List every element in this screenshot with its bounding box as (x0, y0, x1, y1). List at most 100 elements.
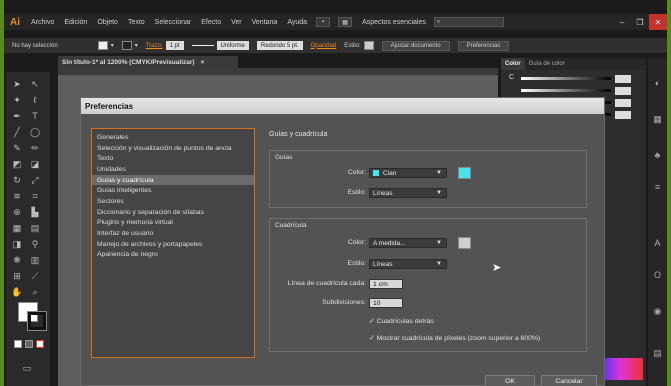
menu-ventana[interactable]: Ventana (247, 19, 283, 26)
stroke-weight-control[interactable]: Trazo: 1 pt (146, 41, 184, 50)
menu-efecto[interactable]: Efecto (196, 19, 226, 26)
arrange-documents-icon[interactable]: ▦ (338, 17, 353, 27)
guides-color-swatch[interactable] (458, 167, 471, 179)
gradient-tool-icon[interactable]: ◨ (10, 238, 24, 250)
nav-texto[interactable]: Texto (92, 153, 254, 164)
cyan-slider[interactable] (521, 74, 641, 83)
slider-value-field[interactable] (615, 110, 631, 119)
grid-style-select[interactable]: Líneas ▼ (369, 259, 447, 269)
swatches-icon[interactable]: ▦ (652, 114, 663, 124)
type-tool-icon[interactable]: T (28, 110, 42, 122)
character-icon[interactable]: A (652, 238, 663, 248)
hand-tool-icon[interactable]: ✋ (10, 286, 24, 298)
eyedropper-icon[interactable]: ⚲ (28, 238, 42, 250)
nav-seleccion-anclas[interactable]: Selección y visualización de puntos de a… (92, 143, 254, 154)
none-mode-icon[interactable] (36, 340, 44, 348)
menu-ver[interactable]: Ver (226, 19, 247, 26)
maximize-button[interactable]: ❐ (631, 14, 649, 30)
stroke-label[interactable]: Trazo: (146, 43, 163, 49)
column-graph-icon[interactable]: ▥ (28, 254, 42, 266)
document-tab[interactable]: Sin título-1* al 1200% (CMYK/Previsualiz… (58, 56, 238, 68)
rotate-tool-icon[interactable]: ↻ (10, 174, 24, 186)
close-tab-icon[interactable]: × (201, 59, 205, 66)
scale-tool-icon[interactable]: ⤢ (28, 174, 42, 186)
style-swatch[interactable] (363, 41, 374, 50)
live-paint-icon[interactable]: ▙ (28, 206, 42, 218)
magenta-slider[interactable] (521, 86, 641, 95)
slider-track[interactable] (521, 77, 611, 80)
grid-line-every-input[interactable]: 1 cm (369, 279, 403, 289)
lasso-icon[interactable]: ℓ (28, 94, 42, 106)
nav-guias-inteligentes[interactable]: Guías inteligentes (92, 185, 254, 196)
tab-color[interactable]: Color (501, 58, 525, 70)
tab-color-guide[interactable]: Guía de color (525, 61, 569, 67)
brush-control[interactable]: Redondo 5 pt. (256, 41, 303, 50)
blob-brush-icon[interactable]: ◩ (10, 158, 24, 170)
slider-value-field[interactable] (615, 98, 631, 107)
ok-button[interactable]: OK (485, 375, 535, 386)
symbols-icon[interactable]: ♣ (652, 150, 663, 160)
selection-tool-icon[interactable]: ➤ (10, 78, 24, 90)
mesh-tool-icon[interactable]: ▤ (28, 222, 42, 234)
preferences-button[interactable]: Preferencias (457, 40, 510, 51)
grid-color-swatch[interactable] (458, 237, 471, 249)
brush-select[interactable]: Redondo 5 pt. (256, 41, 303, 50)
document-setup-button[interactable]: Ajustar documento (381, 40, 450, 51)
opentype-icon[interactable]: O (652, 270, 663, 280)
search-input[interactable]: ⌕ (433, 17, 504, 27)
horizontal-ruler[interactable] (58, 68, 498, 76)
guides-color-select[interactable]: Cian ▼ (369, 168, 447, 178)
nav-diccionario[interactable]: Diccionario y separación de sílabas (92, 207, 254, 218)
gradient-mode-icon[interactable] (25, 340, 33, 348)
bridge-icon[interactable]: ▪ (316, 17, 331, 27)
minimize-button[interactable]: – (613, 14, 631, 30)
pencil-icon[interactable]: ✏ (28, 142, 42, 154)
magic-wand-icon[interactable]: ✦ (10, 94, 24, 106)
layers-icon[interactable]: ▤ (652, 348, 663, 358)
paintbrush-icon[interactable]: ✎ (10, 142, 24, 154)
slider-track[interactable] (521, 89, 611, 92)
slider-value-field[interactable] (615, 86, 631, 95)
nav-archivos-portapapeles[interactable]: Manejo de archivos y portapapeles (92, 239, 254, 250)
screen-mode-icon[interactable]: ▭ (20, 362, 34, 374)
stroke-color-control[interactable]: ▾ (121, 41, 138, 50)
warp-tool-icon[interactable]: ≋ (10, 190, 24, 202)
grids-behind-checkbox[interactable]: ✓ Cuadrículas detrás (369, 317, 434, 325)
line-tool-icon[interactable]: ╱ (10, 126, 24, 138)
artboard-tool-icon[interactable]: ⊞ (10, 270, 24, 282)
nav-unidades[interactable]: Unidades (92, 164, 254, 175)
appearance-icon[interactable]: ◉ (652, 306, 663, 316)
nav-apariencia-negro[interactable]: Apariencia de negro (92, 250, 254, 261)
zoom-tool-icon[interactable]: ⌕ (28, 286, 42, 298)
slider-value-field[interactable] (615, 74, 631, 83)
grid-subdivisions-input[interactable]: 10 (369, 298, 403, 308)
workspace-switcher[interactable]: Aspectos esenciales (362, 19, 426, 26)
pen-tool-icon[interactable]: ✒ (10, 110, 24, 122)
stroke-profile-control[interactable]: Uniforme (191, 41, 249, 50)
nav-generales[interactable]: Generales (92, 132, 254, 143)
stroke-profile-select[interactable]: Uniforme (216, 41, 249, 50)
shape-builder-icon[interactable]: ⊕ (10, 206, 24, 218)
symbol-sprayer-icon[interactable]: ❋ (10, 254, 24, 266)
color-mode-icon[interactable] (14, 340, 22, 348)
eraser-icon[interactable]: ◪ (28, 158, 42, 170)
guides-style-select[interactable]: Líneas ▼ (369, 188, 447, 198)
stroke-color-swatch[interactable] (27, 311, 47, 331)
nav-guias-cuadricula[interactable]: Guías y cuadrícula (92, 174, 254, 186)
nav-plugins[interactable]: Plugins y memoria virtual (92, 218, 254, 229)
menu-texto[interactable]: Texto (123, 19, 150, 26)
ellipse-tool-icon[interactable]: ◯ (28, 126, 42, 138)
style-control[interactable]: Estilo: (344, 41, 374, 50)
menu-edicion[interactable]: Edición (59, 19, 92, 26)
stroke-weight-field[interactable]: 1 pt (165, 41, 184, 50)
direct-selection-tool-icon[interactable]: ↖ (28, 78, 42, 90)
slice-tool-icon[interactable]: ⟋ (28, 270, 42, 282)
fill-color-control[interactable]: ▾ (97, 41, 114, 50)
pixel-grid-checkbox[interactable]: ✓ Mostrar cuadrícula de píxeles (zoom su… (369, 334, 540, 342)
nav-sectores[interactable]: Sectores (92, 196, 254, 207)
nav-interfaz[interactable]: Interfaz de usuario (92, 228, 254, 239)
cancel-button[interactable]: Cancelar (541, 375, 597, 386)
perspective-grid-icon[interactable]: ▦ (10, 222, 24, 234)
menu-objeto[interactable]: Objeto (92, 19, 123, 26)
menu-seleccionar[interactable]: Seleccionar (150, 19, 197, 26)
